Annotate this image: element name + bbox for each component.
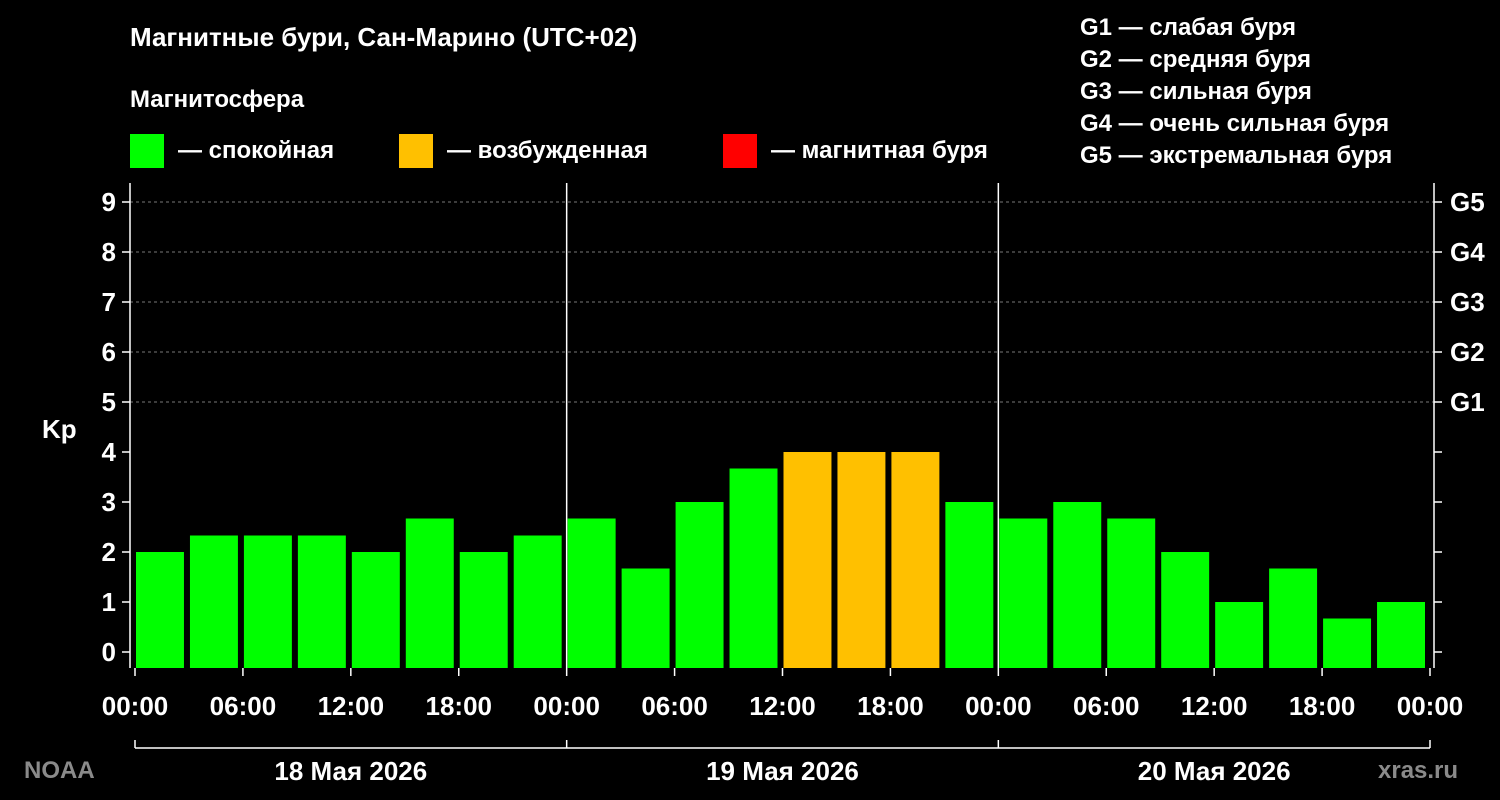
kp-bar — [891, 452, 940, 668]
g-scale-label: G2 — [1450, 337, 1485, 367]
source-label: NOAA — [24, 757, 95, 784]
day-label: 18 Мая 2026 — [274, 756, 427, 786]
kp-bar — [513, 535, 562, 668]
x-tick-label: 06:00 — [1073, 691, 1140, 721]
day-label: 20 Мая 2026 — [1138, 756, 1291, 786]
x-tick-label: 12:00 — [749, 691, 816, 721]
x-tick-label: 00:00 — [965, 691, 1032, 721]
kp-bar — [1323, 618, 1372, 668]
x-tick-label: 12:00 — [318, 691, 385, 721]
x-tick-label: 00:00 — [1397, 691, 1464, 721]
y-axis-label: Kp — [42, 414, 77, 444]
kp-bar — [459, 552, 508, 668]
x-tick-label: 18:00 — [426, 691, 493, 721]
y-tick-label: 1 — [102, 587, 116, 617]
kp-bar — [243, 535, 292, 668]
x-tick-label: 18:00 — [1289, 691, 1356, 721]
kp-bar — [1161, 552, 1210, 668]
g-scale-label: G1 — [1450, 387, 1485, 417]
kp-bar — [675, 502, 724, 668]
day-label: 19 Мая 2026 — [706, 756, 859, 786]
kp-bar — [405, 518, 454, 668]
x-tick-label: 06:00 — [641, 691, 708, 721]
kp-bar — [945, 502, 994, 668]
x-tick-label: 06:00 — [210, 691, 277, 721]
y-tick-label: 7 — [102, 287, 116, 317]
kp-bar — [1269, 568, 1318, 668]
y-tick-label: 8 — [102, 237, 116, 267]
y-tick-label: 4 — [102, 437, 117, 467]
g-scale-label: G5 — [1450, 187, 1485, 217]
kp-bar — [1053, 502, 1102, 668]
x-tick-label: 00:00 — [533, 691, 600, 721]
y-tick-label: 3 — [102, 487, 116, 517]
kp-bar — [783, 452, 832, 668]
kp-bar — [297, 535, 346, 668]
kp-bar — [1107, 518, 1156, 668]
kp-bar — [567, 518, 616, 668]
y-tick-label: 2 — [102, 537, 116, 567]
kp-bar — [351, 552, 400, 668]
x-tick-label: 00:00 — [102, 691, 169, 721]
y-tick-label: 0 — [102, 637, 116, 667]
kp-bar — [621, 568, 670, 668]
y-tick-label: 5 — [102, 387, 116, 417]
g-scale-label: G3 — [1450, 287, 1485, 317]
g-scale-label: G4 — [1450, 237, 1485, 267]
y-tick-label: 6 — [102, 337, 116, 367]
kp-bar — [136, 552, 184, 668]
x-tick-label: 12:00 — [1181, 691, 1248, 721]
kp-bar — [189, 535, 238, 668]
kp-bar — [729, 468, 778, 668]
kp-bar — [1215, 602, 1264, 668]
kp-bar — [999, 518, 1048, 668]
site-label: xras.ru — [1378, 757, 1459, 784]
kp-bar — [1377, 602, 1425, 668]
y-tick-label: 9 — [102, 187, 116, 217]
kp-bar — [837, 452, 886, 668]
kp-chart: 0 1 2 3 4 5 6 7 8 9 G1 G2 G3 G4 G5 Kp 00:00 06:00 12:00 18:… — [42, 183, 1485, 786]
x-tick-label: 18:00 — [857, 691, 924, 721]
